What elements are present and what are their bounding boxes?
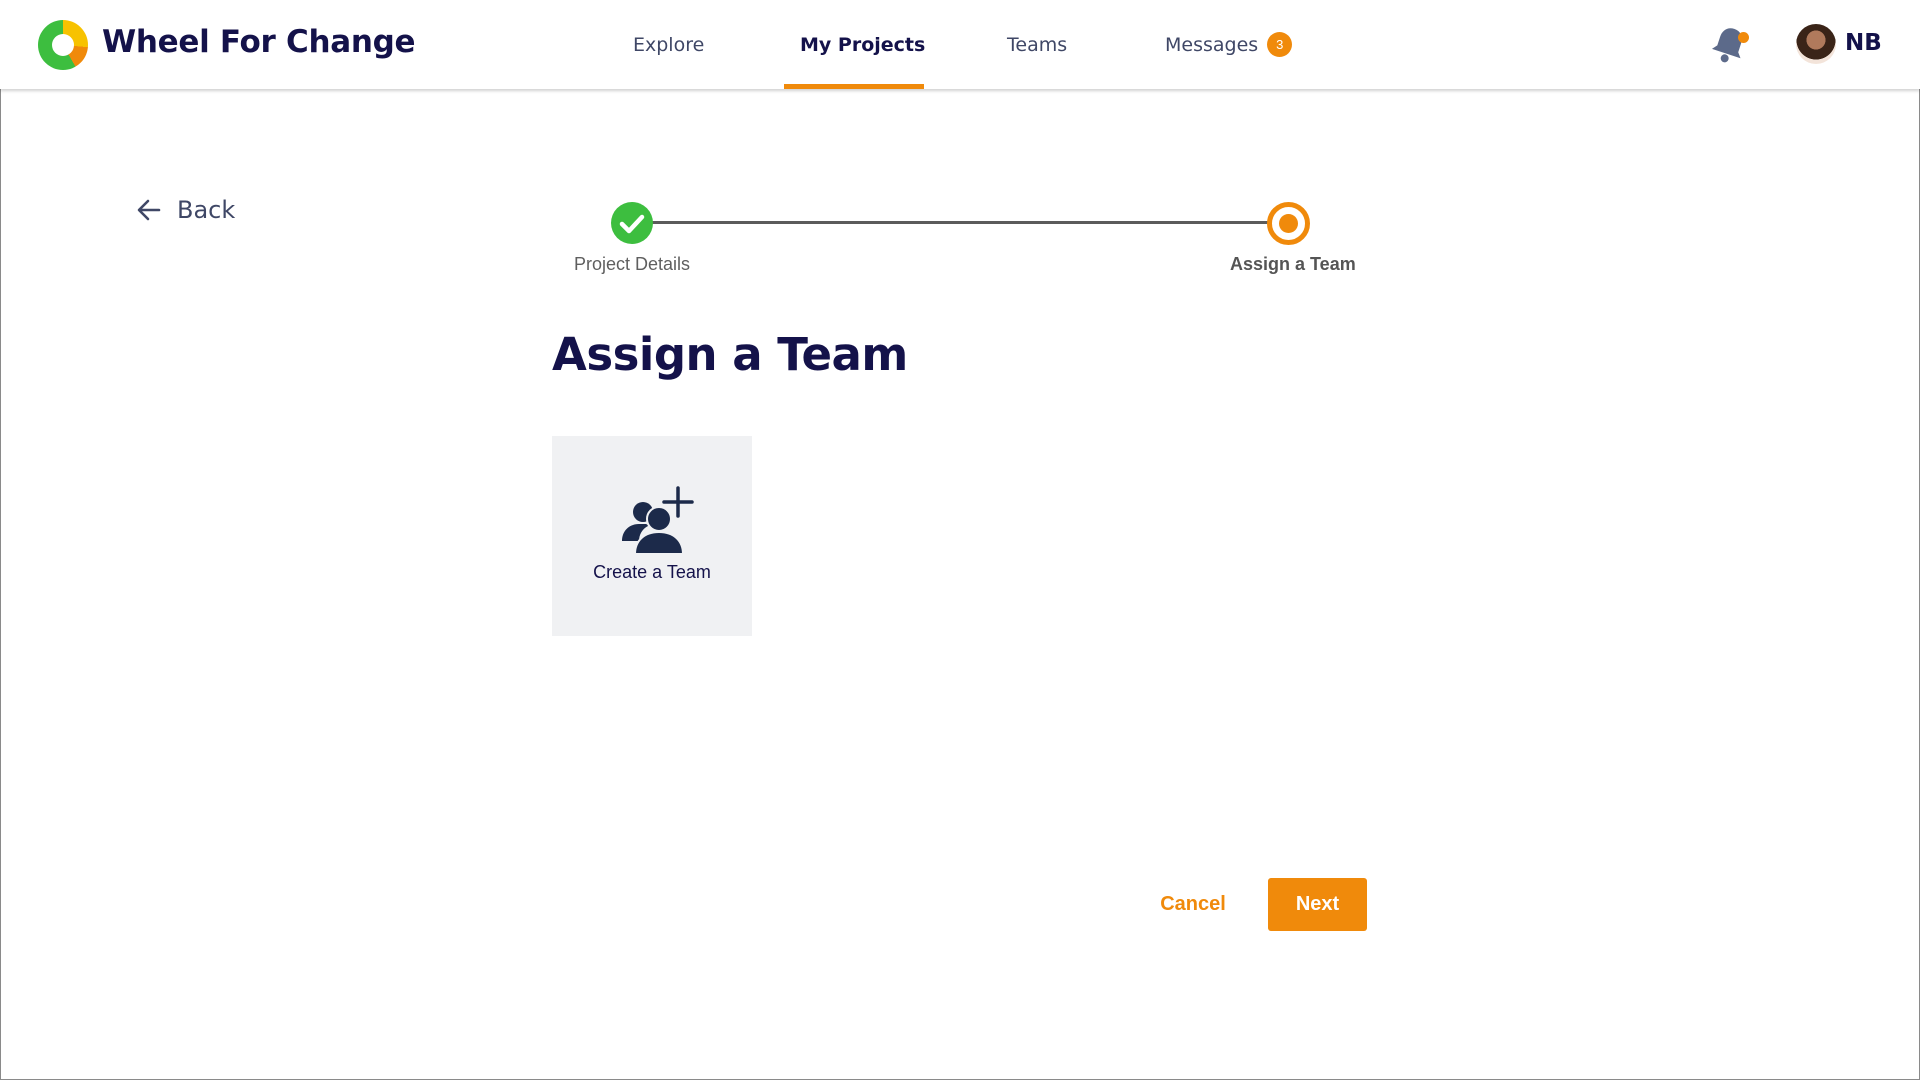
messages-count-badge: 3 xyxy=(1267,32,1293,57)
step-current-indicator xyxy=(1267,202,1310,245)
create-team-label: Create a Team xyxy=(593,562,711,582)
step-label-project-details[interactable]: Project Details xyxy=(574,254,690,275)
nav-item-explore[interactable]: Explore xyxy=(633,0,704,89)
active-nav-indicator xyxy=(784,84,924,89)
user-avatar[interactable] xyxy=(1796,24,1836,64)
bell-icon[interactable] xyxy=(1706,22,1752,68)
next-button[interactable]: Next xyxy=(1268,878,1367,931)
notification-dot xyxy=(1738,32,1749,43)
nav-item-messages-label: Messages xyxy=(1165,33,1259,56)
user-initials[interactable]: NB xyxy=(1845,30,1882,56)
top-navigation-bar: Wheel For Change Explore My Projects Tea… xyxy=(0,0,1920,89)
add-team-icon xyxy=(622,486,694,554)
app-frame xyxy=(0,0,1920,1080)
cancel-button[interactable]: Cancel xyxy=(1148,878,1238,930)
arrow-left-icon xyxy=(137,199,161,221)
step-label-assign-team: Assign a Team xyxy=(1230,254,1356,274)
back-button[interactable]: Back xyxy=(135,196,235,224)
stepper-connector xyxy=(632,221,1288,224)
step-complete-indicator[interactable] xyxy=(611,202,653,244)
nav-item-messages[interactable]: Messages 3 xyxy=(1165,0,1293,89)
back-label: Back xyxy=(177,196,236,224)
brand-name[interactable]: Wheel For Change xyxy=(102,24,416,60)
create-team-card[interactable]: Create a Team xyxy=(552,436,752,636)
nav-item-my-projects[interactable]: My Projects xyxy=(800,0,925,89)
nav-item-teams[interactable]: Teams xyxy=(1007,0,1067,89)
wheel-logo-icon[interactable] xyxy=(38,20,88,70)
checkmark-icon xyxy=(619,214,645,234)
page-title: Assign a Team xyxy=(552,328,908,381)
